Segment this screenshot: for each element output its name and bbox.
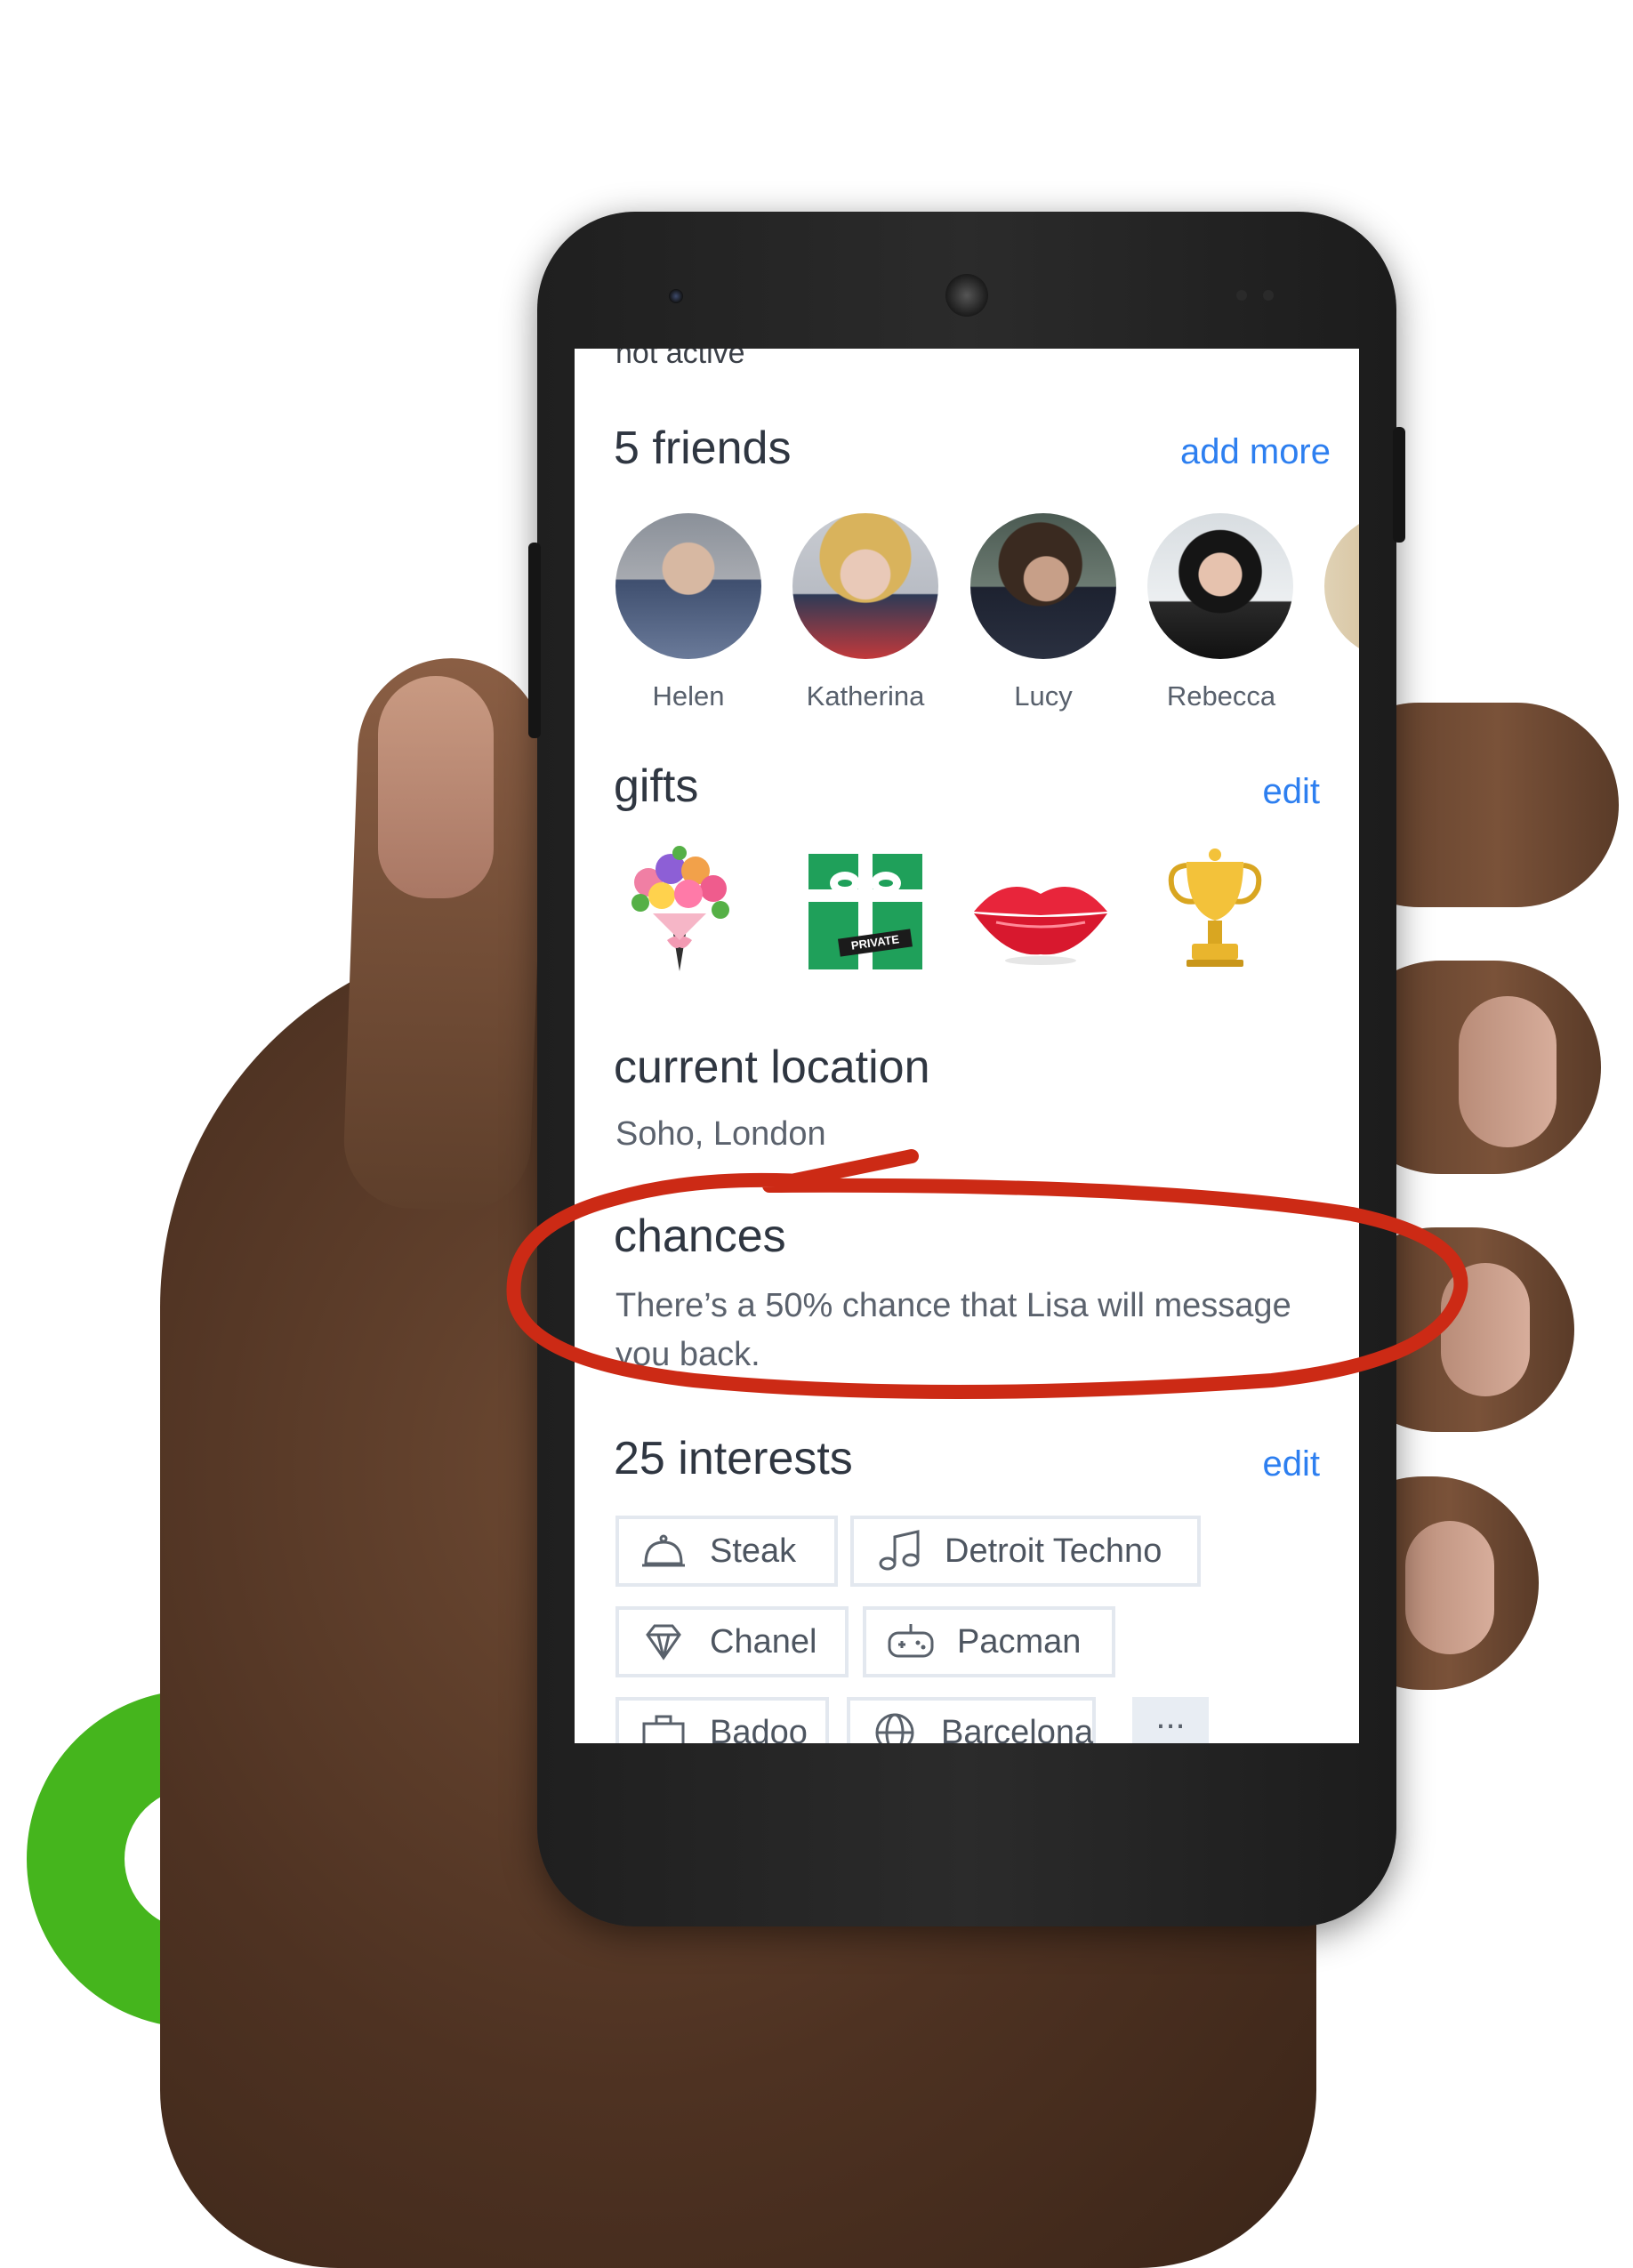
phone-screen[interactable]: not active 5 friends add more Helen Kath… [575, 349, 1359, 1743]
fingernail-3 [1405, 1521, 1494, 1654]
avatar[interactable] [1324, 513, 1359, 659]
thumbnail-nail [378, 676, 494, 898]
phone-side-button-right [1393, 427, 1405, 543]
friend-name: Lucy [1014, 680, 1073, 712]
speaker-grille-icon [945, 274, 988, 317]
more-interests-button[interactable]: ... [1132, 1697, 1209, 1743]
interest-tag[interactable]: Badoo [615, 1697, 829, 1743]
friends-title: 5 friends [614, 422, 792, 474]
private-label: PRIVATE [838, 929, 913, 957]
diamond-icon [646, 1624, 681, 1661]
add-more-friends-link[interactable]: add more [1180, 432, 1331, 472]
gold-trophy-icon[interactable] [1162, 842, 1268, 976]
front-camera-icon [669, 289, 683, 303]
lips-icon[interactable] [969, 869, 1112, 967]
interest-label: Pacman [957, 1622, 1082, 1661]
chances-text-line-1: There’s a 50% chance that Lisa will mess… [615, 1287, 1291, 1324]
private-gift-box-icon[interactable]: PRIVATE [808, 854, 922, 969]
sensor-dot [1263, 290, 1274, 301]
gift-bow-left [830, 872, 860, 895]
interest-label: Detroit Techno [945, 1532, 1162, 1570]
avatar[interactable] [970, 513, 1116, 659]
interest-tag[interactable]: Barcelona [847, 1697, 1096, 1743]
interest-tag[interactable]: Detroit Techno [850, 1516, 1201, 1587]
location-title: current location [614, 1042, 930, 1093]
edit-interests-link[interactable]: edit [1263, 1444, 1321, 1484]
interest-label: Steak [710, 1532, 797, 1570]
interest-tag[interactable]: Steak [615, 1516, 838, 1587]
gift-ribbon-horizontal [808, 889, 922, 902]
interest-label: Chanel [710, 1622, 817, 1661]
friend-name: Katherina [806, 680, 925, 712]
avatar[interactable] [792, 513, 938, 659]
avatar[interactable] [615, 513, 761, 659]
fingernail-2 [1441, 1263, 1530, 1396]
interest-label: Badoo [710, 1713, 808, 1744]
phone-side-button-left [528, 543, 541, 738]
briefcase-icon [642, 1715, 685, 1743]
fingernail-1 [1459, 996, 1557, 1147]
chances-text-line-2: you back. [615, 1336, 760, 1373]
edit-gifts-link[interactable]: edit [1263, 772, 1321, 812]
interest-tag[interactable]: Pacman [863, 1606, 1115, 1677]
flower-bouquet-icon[interactable] [617, 842, 742, 976]
interest-tag[interactable]: Chanel [615, 1606, 849, 1677]
cloche-icon [642, 1534, 685, 1567]
sensor-dot [1236, 290, 1247, 301]
gift-bow-right [871, 872, 901, 895]
friend-name: Helen [652, 680, 725, 712]
chances-title: chances [614, 1210, 786, 1262]
location-value: Soho, London [615, 1115, 826, 1153]
globe-icon [875, 1713, 914, 1743]
friend-name: Rebecca [1166, 680, 1276, 712]
interests-title: 25 interests [614, 1433, 853, 1484]
music-note-icon [879, 1530, 920, 1571]
status-text: not active [615, 349, 745, 370]
gamepad-icon [888, 1624, 934, 1658]
avatar[interactable] [1147, 513, 1293, 659]
interest-label: Barcelona [941, 1713, 1094, 1744]
gifts-title: gifts [614, 760, 699, 812]
